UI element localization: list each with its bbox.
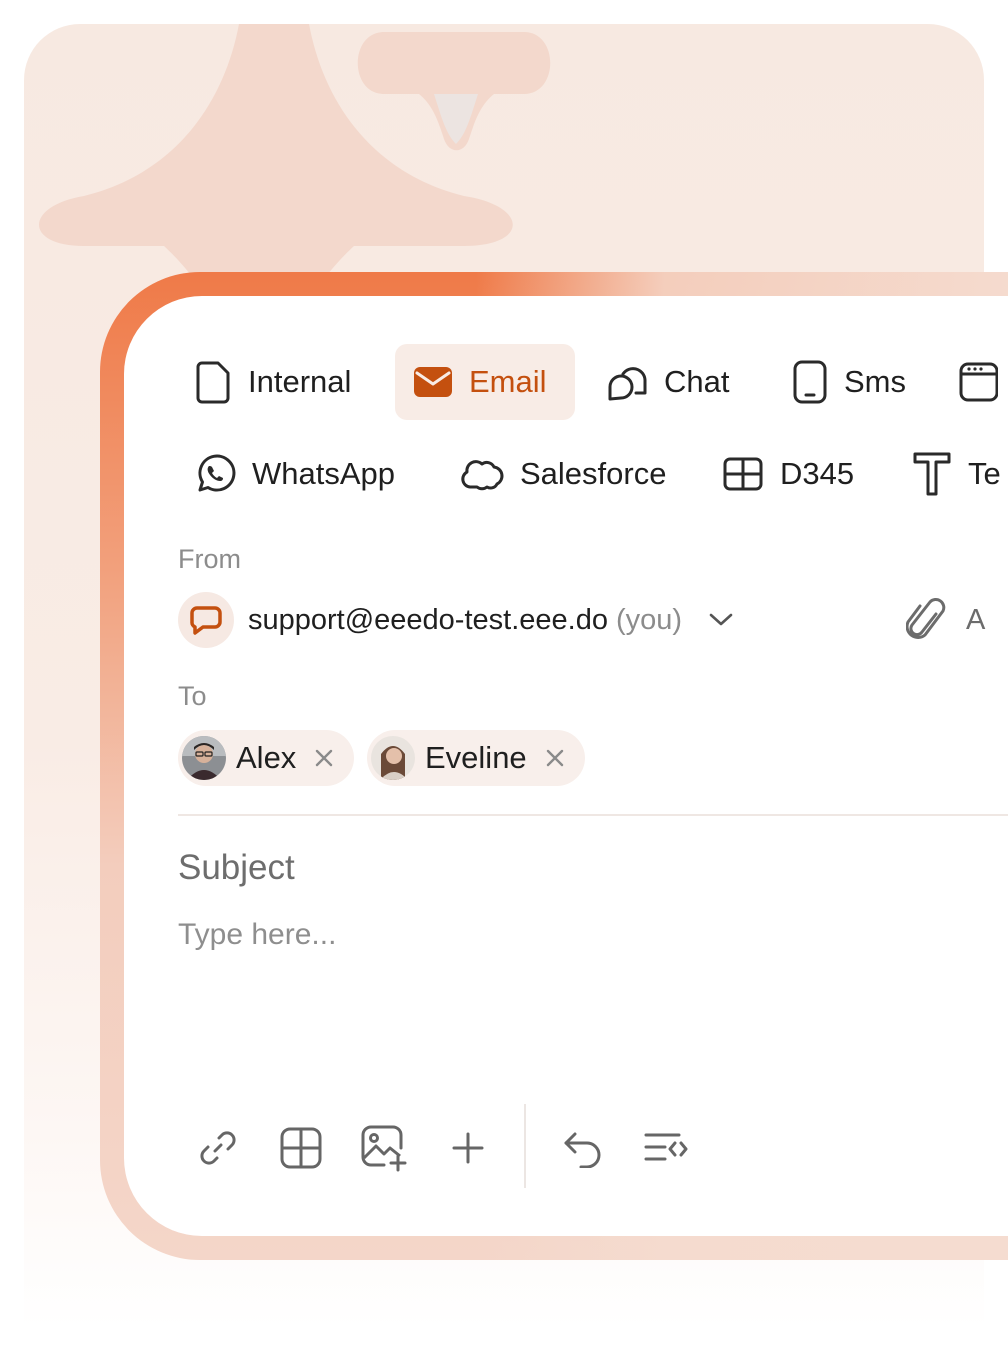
channel-label: Email — [469, 364, 547, 399]
channel-salesforce[interactable]: Salesforce — [440, 436, 688, 512]
undo-icon — [564, 1132, 601, 1168]
phone-icon — [793, 360, 827, 404]
avatar-alex — [182, 736, 226, 780]
channel-label: Internal — [248, 364, 352, 399]
message-body-input[interactable] — [178, 918, 778, 952]
undo-button[interactable] — [555, 1120, 611, 1176]
recipient-chip-eveline[interactable]: Eveline — [367, 730, 585, 786]
code-format-button[interactable] — [638, 1120, 694, 1176]
to-label: To — [178, 681, 207, 711]
channel-label: Chat — [664, 364, 730, 399]
channel-chat[interactable]: Chat — [588, 344, 751, 420]
avatar-eveline — [371, 736, 415, 780]
divider — [178, 814, 1008, 816]
attach-label: A — [966, 603, 986, 636]
channel-label: Sms — [844, 364, 906, 399]
insert-table-button[interactable] — [273, 1120, 329, 1176]
channel-sms[interactable]: Sms — [774, 344, 928, 420]
composer-card: Internal Email Chat Sms WhatsApp Salesfo… — [124, 296, 1008, 1236]
subject-field[interactable]: Subject — [178, 848, 295, 888]
grid-icon — [723, 457, 763, 491]
recipient-chip-alex[interactable]: Alex — [178, 730, 355, 786]
from-selector[interactable]: support@eeedo-test.eee.do (you) — [178, 592, 734, 648]
document-icon — [196, 361, 230, 404]
channel-label: Salesforce — [520, 456, 667, 491]
from-you-label: (you) — [615, 603, 683, 636]
remove-icon[interactable] — [314, 748, 334, 768]
paperclip-icon — [906, 598, 946, 639]
envelope-icon — [414, 367, 452, 397]
channel-d345[interactable]: D345 — [704, 436, 876, 512]
from-email: support@eeedo-test.eee.do — [248, 603, 608, 636]
add-button[interactable] — [440, 1120, 496, 1176]
code-format-icon — [644, 1133, 688, 1161]
channel-internal[interactable]: Internal — [176, 344, 373, 420]
chat-bubbles-icon — [608, 367, 647, 401]
link-icon — [200, 1131, 236, 1165]
channel-label: WhatsApp — [252, 456, 396, 491]
table-icon — [280, 1127, 322, 1169]
recipient-name: Alex — [236, 740, 297, 775]
whatsapp-icon — [198, 454, 236, 492]
channel-email[interactable]: Email — [395, 344, 575, 420]
chevron-down-icon[interactable] — [708, 612, 734, 628]
recipient-name: Eveline — [425, 740, 527, 775]
channel-label: Te — [968, 456, 1001, 491]
insert-image-button[interactable] — [356, 1120, 412, 1176]
text-t-icon — [913, 452, 951, 496]
calendar-icon — [959, 362, 998, 402]
insert-link-button[interactable] — [190, 1120, 246, 1176]
channel-label: D345 — [780, 456, 855, 491]
cloud-icon — [461, 460, 504, 491]
from-label: From — [178, 544, 241, 574]
attach-button[interactable]: A — [906, 596, 985, 644]
channel-te[interactable]: Te — [894, 436, 1008, 512]
plus-icon — [452, 1132, 484, 1164]
chat-square-icon — [190, 606, 222, 635]
channel-whatsapp[interactable]: WhatsApp — [176, 436, 417, 512]
remove-icon[interactable] — [545, 748, 565, 768]
channel-calendar[interactable] — [940, 344, 1008, 420]
add-image-icon — [361, 1125, 407, 1172]
toolbar-separator — [524, 1104, 526, 1188]
from-avatar — [178, 592, 234, 648]
